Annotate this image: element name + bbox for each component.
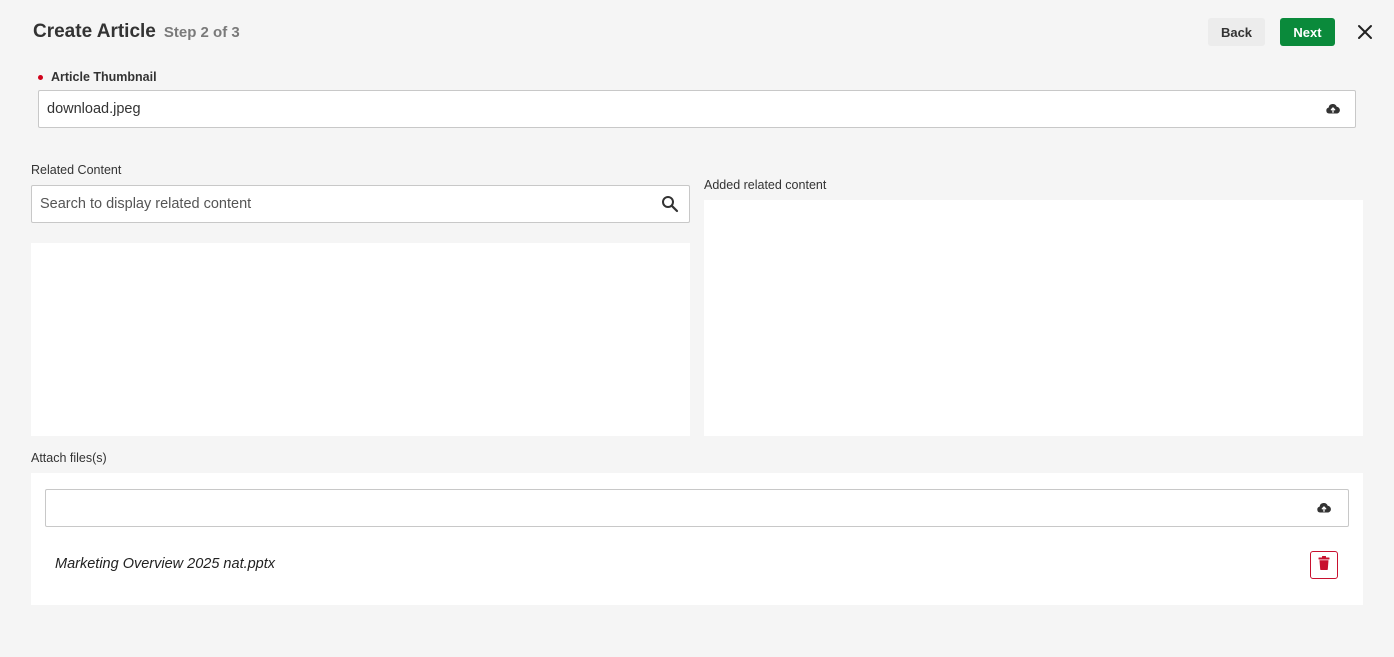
cloud-upload-icon[interactable] xyxy=(1316,500,1332,516)
page-title-text: Create Article xyxy=(33,21,156,42)
related-results-panel xyxy=(31,243,690,436)
search-icon[interactable] xyxy=(661,195,679,213)
related-search-placeholder: Search to display related content xyxy=(40,196,252,212)
trash-icon xyxy=(1318,555,1330,575)
next-button[interactable]: Next xyxy=(1280,18,1335,46)
thumbnail-label: Article Thumbnail xyxy=(51,70,157,84)
attach-file-field[interactable] xyxy=(45,489,1349,527)
close-icon[interactable] xyxy=(1356,23,1374,41)
attach-files-label: Attach files(s) xyxy=(31,451,107,465)
required-indicator xyxy=(38,75,43,80)
thumbnail-value: download.jpeg xyxy=(47,101,141,117)
step-indicator: Step 2 of 3 xyxy=(163,24,240,41)
related-search-field[interactable]: Search to display related content xyxy=(31,185,690,223)
delete-file-button[interactable] xyxy=(1310,551,1338,579)
create-article-page: Create Article Step 2 of 3 Back Next Art… xyxy=(0,0,1394,657)
attached-file-name: Marketing Overview 2025 nat.pptx xyxy=(55,556,276,572)
added-related-label: Added related content xyxy=(704,178,827,192)
thumbnail-field[interactable]: download.jpeg xyxy=(38,90,1356,128)
added-related-panel xyxy=(704,200,1363,436)
cloud-upload-icon[interactable] xyxy=(1325,101,1341,117)
related-content-label: Related Content xyxy=(31,163,122,177)
back-button[interactable]: Back xyxy=(1208,18,1265,46)
page-title: Create Article Step 2 of 3 xyxy=(33,21,240,43)
